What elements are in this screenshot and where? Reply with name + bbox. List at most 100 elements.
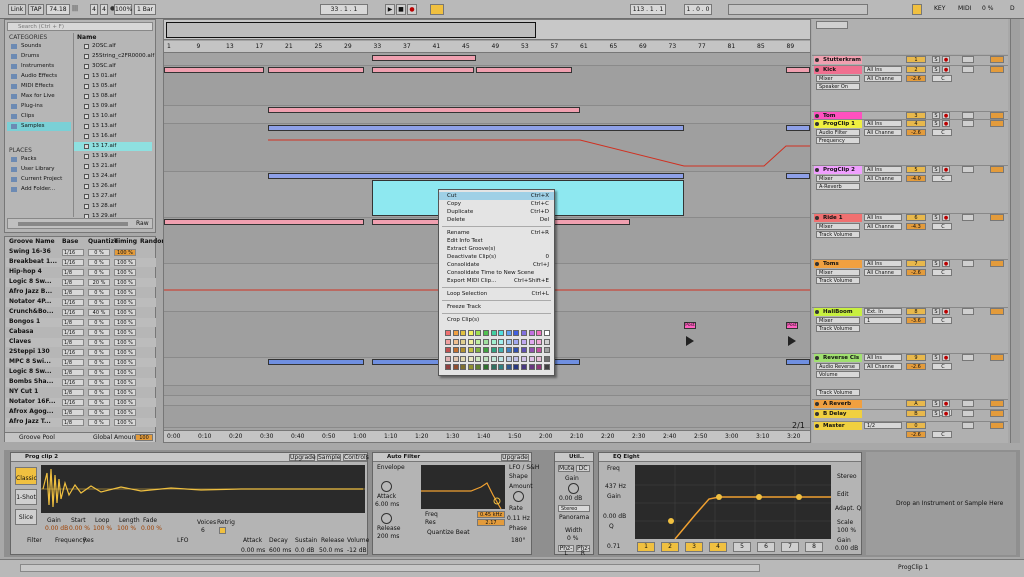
color-swatch[interactable]: [528, 347, 535, 354]
groove-timing[interactable]: 100 %: [114, 269, 136, 276]
freq-value[interactable]: 0.45 kHz: [477, 511, 505, 518]
color-swatch[interactable]: [521, 330, 527, 336]
sample-tab[interactable]: Sample: [317, 454, 341, 461]
vertical-scrollbar[interactable]: [1010, 19, 1020, 443]
arm-button[interactable]: ●: [942, 66, 950, 73]
fold-icon[interactable]: [815, 68, 819, 72]
color-swatch[interactable]: [483, 364, 489, 371]
groove-quantize[interactable]: 0 %: [88, 259, 110, 266]
menu-item-cut[interactable]: Cut Ctrl+X: [439, 192, 554, 200]
category-drums[interactable]: Drums: [7, 52, 71, 61]
filter-response-display[interactable]: [421, 465, 505, 510]
name-column-header[interactable]: Name: [77, 34, 96, 42]
color-swatch[interactable]: [460, 364, 467, 371]
one-shot-mode-button[interactable]: 1-Shot: [15, 489, 37, 505]
browser-file-item[interactable]: 13 28.aif: [74, 202, 152, 211]
groove-row[interactable]: Notator 16F... 1/16 0 % 100 %: [6, 398, 156, 407]
phase-value[interactable]: 180°: [511, 537, 525, 545]
color-swatch[interactable]: [452, 364, 459, 371]
fold-icon[interactable]: [815, 122, 819, 126]
groove-timing[interactable]: 100 %: [114, 259, 136, 266]
groove-base[interactable]: 1/16: [62, 299, 84, 306]
solo-button[interactable]: S: [932, 260, 940, 267]
input-type-menu[interactable]: All Ins: [864, 354, 902, 361]
groove-quantize[interactable]: 20 %: [88, 279, 110, 286]
track-lane[interactable]: [164, 106, 810, 124]
tempo-field[interactable]: 74.18: [46, 4, 70, 15]
color-swatch[interactable]: [513, 364, 520, 371]
automation-chooser[interactable]: Frequency: [816, 137, 860, 144]
key-label[interactable]: KEY: [934, 5, 945, 13]
color-swatch[interactable]: [483, 330, 489, 336]
groove-quantize[interactable]: 0 %: [88, 299, 110, 306]
groove-base[interactable]: 1/8: [62, 269, 84, 276]
color-swatch[interactable]: [521, 355, 527, 362]
upgrade-button[interactable]: Upgrade: [289, 454, 316, 461]
overview-strip[interactable]: [164, 20, 810, 40]
arm-button[interactable]: ●: [942, 112, 950, 119]
browser-file-item[interactable]: 2OSC.alf: [74, 42, 152, 51]
browser-file-item[interactable]: 13 19.aif: [74, 152, 152, 161]
input-type-menu[interactable]: All Ins: [864, 66, 902, 73]
color-swatch[interactable]: [490, 330, 497, 336]
gain-value-util[interactable]: 0.00 dB: [559, 495, 582, 503]
track-lane[interactable]: [164, 396, 810, 406]
lfo-label[interactable]: LFO: [177, 537, 189, 545]
arm-button[interactable]: ●: [942, 354, 950, 361]
sample-param-value[interactable]: 0.00 %: [69, 525, 90, 533]
input-type-menu[interactable]: All Ins: [864, 120, 902, 127]
key-map-toggle[interactable]: [912, 4, 922, 15]
color-swatch[interactable]: [452, 347, 459, 354]
category-plug-ins[interactable]: Plug-ins: [7, 102, 71, 111]
song-position[interactable]: 33 . 1 . 1: [320, 4, 368, 15]
place-add-folder-[interactable]: Add Folder...: [7, 185, 71, 194]
stop-button[interactable]: ■: [396, 4, 406, 15]
midi-label[interactable]: MIDI: [958, 5, 971, 13]
track-name[interactable]: Ride 1: [814, 214, 862, 222]
clip[interactable]: [268, 125, 684, 131]
color-swatch[interactable]: [498, 338, 505, 345]
link-button[interactable]: Link: [8, 4, 26, 15]
eq-band-toggle[interactable]: 5: [733, 542, 751, 552]
browser-file-item[interactable]: 13 24.aif: [74, 172, 152, 181]
groove-base[interactable]: 1/16: [62, 379, 84, 386]
track-activator[interactable]: 5: [906, 166, 926, 173]
color-swatch[interactable]: [490, 364, 497, 371]
color-swatch[interactable]: [475, 364, 482, 371]
input-channel-menu[interactable]: All Channe: [864, 175, 902, 182]
eq-band-toggle[interactable]: 4: [709, 542, 727, 552]
solo-button[interactable]: S: [932, 400, 940, 407]
amount-knob[interactable]: [513, 491, 524, 502]
track-activator[interactable]: 6: [906, 214, 926, 221]
groove-base[interactable]: 1/8: [62, 319, 84, 326]
track-pan[interactable]: C: [932, 223, 952, 230]
color-swatch[interactable]: [505, 355, 512, 362]
browser-file-item[interactable]: 13 08.aif: [74, 92, 152, 101]
menu-item-loop-selection[interactable]: Loop Selection Ctrl+L: [439, 290, 554, 298]
groove-quantize[interactable]: 0 %: [88, 329, 110, 336]
track-delay-field[interactable]: [990, 422, 1004, 429]
retrig-toggle[interactable]: [219, 527, 226, 534]
track-delay-field[interactable]: [990, 66, 1004, 73]
record-button[interactable]: ●: [407, 4, 417, 15]
groove-row[interactable]: Afro Jazz T... 1/8 0 % 100 %: [6, 418, 156, 427]
groove-timing[interactable]: 100 %: [114, 349, 136, 356]
arm-button[interactable]: ●: [942, 410, 950, 417]
groove-quantize[interactable]: 0 %: [88, 269, 110, 276]
groove-base-header[interactable]: Base: [62, 238, 78, 246]
menu-item-consolidate-time-to-new-scene[interactable]: Consolidate Time to New Scene: [439, 269, 554, 277]
automation-chooser[interactable]: Speaker On: [816, 83, 860, 90]
groove-timing[interactable]: 100 %: [114, 279, 136, 286]
groove-row[interactable]: Bombs Sha... 1/16 0 % 100 %: [6, 378, 156, 387]
browser-file-item[interactable]: 13 01.aif: [74, 72, 152, 81]
groove-base[interactable]: 1/16: [62, 259, 84, 266]
groove-quantize[interactable]: 0 %: [88, 399, 110, 406]
track-delay-field[interactable]: [990, 260, 1004, 267]
track-activator[interactable]: A: [906, 400, 926, 407]
gain-knob-util[interactable]: [568, 483, 579, 494]
track-pan[interactable]: C: [932, 363, 952, 370]
signature-numerator[interactable]: 4: [90, 4, 98, 15]
track-delay-field[interactable]: [990, 400, 1004, 407]
eq-stereo-label[interactable]: Stereo: [837, 473, 857, 481]
groove-timing[interactable]: 100 %: [114, 249, 136, 256]
